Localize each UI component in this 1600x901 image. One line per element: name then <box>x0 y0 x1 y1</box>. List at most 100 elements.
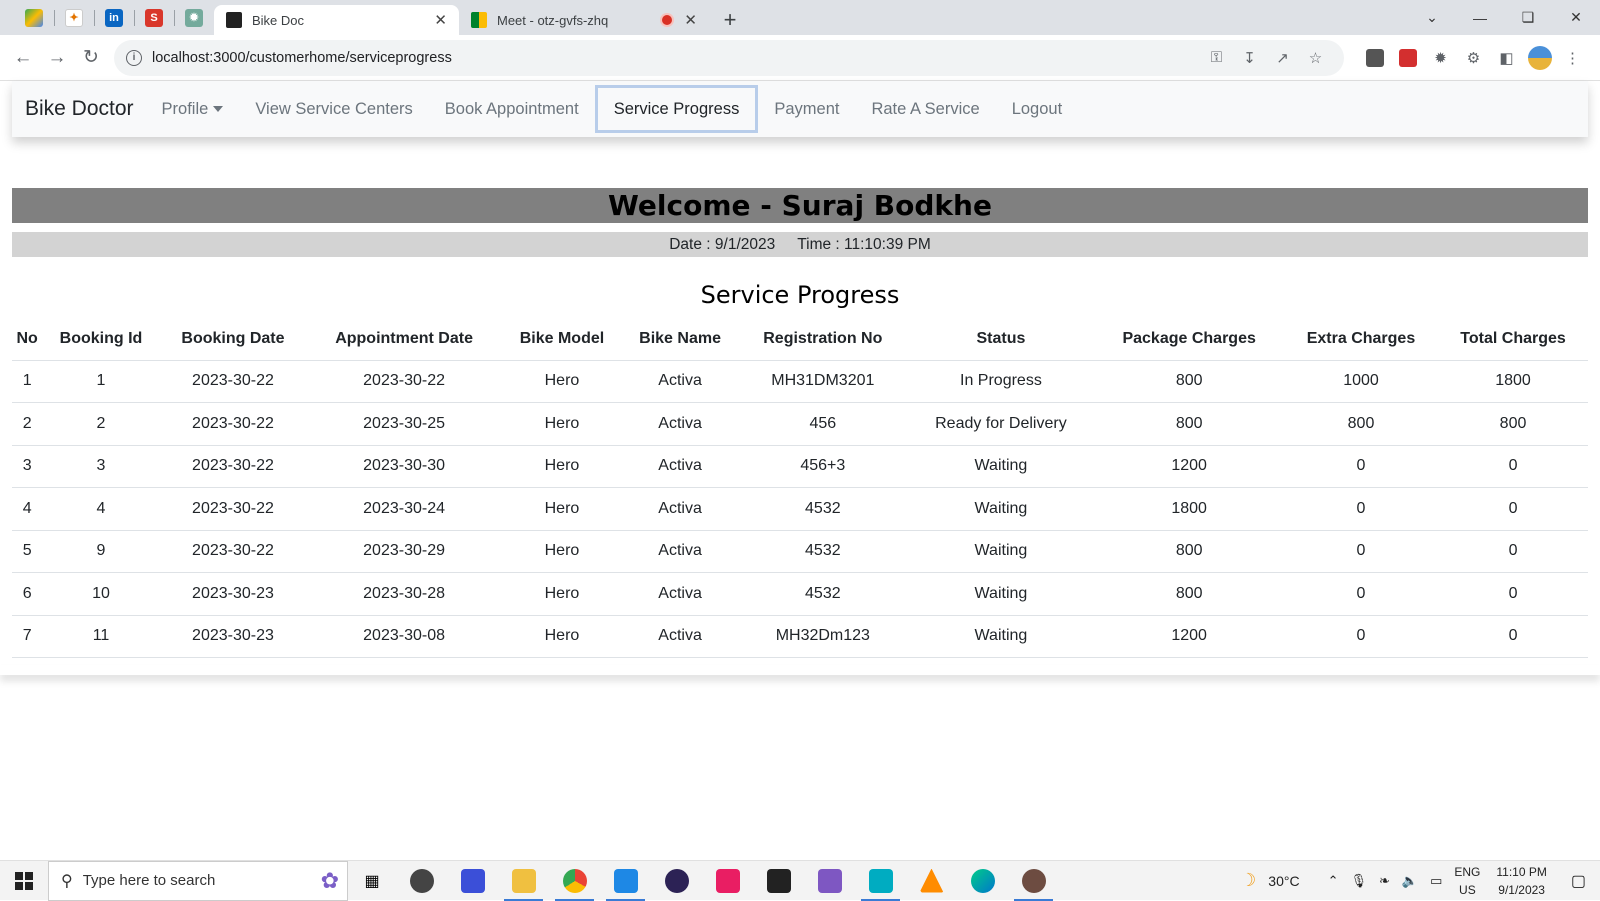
address-bar[interactable]: i localhost:3000/customerhome/servicepro… <box>114 39 1344 76</box>
nav-service-progress[interactable]: Service Progress <box>594 85 759 133</box>
cell-appointment-date: 2023-30-22 <box>306 360 502 403</box>
cell-registration-no: 456 <box>738 402 908 446</box>
taskbar-app-postman-icon[interactable] <box>702 861 753 901</box>
show-hidden-icons-icon[interactable]: ⌃ <box>1322 873 1345 889</box>
nav-rate-a-service[interactable]: Rate A Service <box>855 85 995 133</box>
column-header-appointment-date: Appointment Date <box>306 318 502 361</box>
cell-package-charges: 800 <box>1094 530 1284 573</box>
volume-icon[interactable]: 🔈 <box>1396 873 1424 889</box>
minimize-button[interactable]: — <box>1456 10 1504 26</box>
app-page: Bike Doctor Profile View Service Centers… <box>0 81 1600 861</box>
cell-total-charges: 800 <box>1438 402 1588 446</box>
pinned-tab-gemini[interactable]: ✦ <box>54 0 94 35</box>
card-shadow <box>0 665 1600 675</box>
pinned-tab-chatgpt[interactable]: ✹ <box>174 0 214 35</box>
notifications-icon[interactable]: ▢ <box>1557 871 1600 891</box>
restore-button[interactable]: ❏ <box>1504 9 1552 26</box>
google-drive-icon <box>25 8 43 27</box>
bookmark-star-icon[interactable]: ☆ <box>1299 49 1332 67</box>
network-icon[interactable]: ❧ <box>1373 873 1396 889</box>
task-view-icon[interactable]: ▦ <box>348 861 396 901</box>
cell-package-charges: 1200 <box>1094 615 1284 658</box>
cell-extra-charges: 0 <box>1283 572 1439 616</box>
close-window-button[interactable]: ✕ <box>1552 9 1600 26</box>
tab-bike-doc[interactable]: Bike Doc ✕ <box>214 5 459 35</box>
welcome-banner: Welcome - Suraj Bodkhe <box>12 188 1588 223</box>
nav-book-appointment[interactable]: Book Appointment <box>429 85 595 133</box>
pinned-tab-linkedin[interactable]: in <box>94 0 134 35</box>
nav-profile[interactable]: Profile <box>146 85 240 133</box>
time-text: Time : 11:10:39 PM <box>797 236 931 253</box>
language-indicator[interactable]: ENG US <box>1448 863 1486 899</box>
table-header-row: No Booking Id Booking Date Appointment Date… <box>12 318 1588 361</box>
taskbar-search[interactable]: ⚲ Type here to search ✿ <box>48 860 348 901</box>
cell-booking-date: 2023-30-22 <box>159 402 307 446</box>
cell-no: 5 <box>12 530 43 573</box>
share-icon[interactable]: ↗ <box>1266 49 1299 67</box>
cell-booking-date: 2023-30-23 <box>159 572 307 616</box>
cell-booking-id: 11 <box>42 615 160 658</box>
cell-package-charges: 1200 <box>1094 445 1284 488</box>
taskbar-app-remote-desktop-icon[interactable] <box>855 861 906 901</box>
tab-meet[interactable]: Meet - otz-gvfs-zhq ✕ <box>459 5 709 35</box>
cell-registration-no: 4532 <box>738 487 908 531</box>
taskbar-app-edge-icon[interactable] <box>957 861 1008 901</box>
taskbar-app-file-explorer-icon[interactable] <box>498 861 549 901</box>
taskbar-app-vlc-icon[interactable] <box>906 861 957 901</box>
date-time-bar: Date : 9/1/2023 Time : 11:10:39 PM <box>12 232 1588 257</box>
cell-total-charges: 0 <box>1438 487 1588 531</box>
nav-payment[interactable]: Payment <box>758 85 855 133</box>
close-tab-icon[interactable]: ✕ <box>434 11 447 29</box>
install-app-icon[interactable]: ↧ <box>1233 49 1266 67</box>
forward-button[interactable]: → <box>40 41 74 75</box>
cell-package-charges: 1800 <box>1094 487 1284 531</box>
taskbar-app-unity-icon[interactable] <box>396 861 447 901</box>
cell-total-charges: 0 <box>1438 530 1588 573</box>
brand-link[interactable]: Bike Doctor <box>25 97 134 121</box>
table-row: 5 9 2023-30-22 2023-30-29 Hero Activa 4532 Wait… <box>12 530 1588 573</box>
battery-icon[interactable]: ▭ <box>1424 873 1448 889</box>
close-tab-icon[interactable]: ✕ <box>684 11 697 29</box>
taskbar-app-mysql-icon[interactable] <box>753 861 804 901</box>
browser-menu-icon[interactable]: ⋮ <box>1556 43 1589 73</box>
table-row: 1 1 2023-30-22 2023-30-22 Hero Activa MH31DM32… <box>12 360 1588 403</box>
cell-no: 4 <box>12 487 43 531</box>
taskbar-app-game-icon[interactable] <box>1008 861 1059 901</box>
cell-extra-charges: 0 <box>1283 445 1439 488</box>
cell-status: Waiting <box>907 487 1095 531</box>
tab-search-icon[interactable]: ⌄ <box>1408 9 1456 26</box>
pinned-tab-google-drive[interactable] <box>14 0 54 35</box>
cell-booking-id: 9 <box>42 530 160 573</box>
cell-appointment-date: 2023-30-24 <box>306 487 502 531</box>
weather-temp[interactable]: 30°C <box>1262 873 1305 889</box>
nav-view-service-centers[interactable]: View Service Centers <box>239 85 428 133</box>
windows-icon <box>15 871 33 890</box>
taskbar-app-eclipse-icon[interactable] <box>651 861 702 901</box>
profile-avatar[interactable] <box>1523 43 1556 73</box>
new-tab-button[interactable]: + <box>715 5 745 35</box>
start-button[interactable] <box>0 861 48 901</box>
extension-openai-icon[interactable]: ✹ <box>1424 43 1457 73</box>
taskbar-app-vscode-icon[interactable] <box>600 861 651 901</box>
extension-pdf-icon[interactable] <box>1391 43 1424 73</box>
cell-bike-model: Hero <box>501 530 622 573</box>
pinned-tab-s-app[interactable]: S <box>134 0 174 35</box>
reload-button[interactable]: ↻ <box>74 41 108 75</box>
column-header-booking-date: Booking Date <box>159 318 307 361</box>
nav-logout[interactable]: Logout <box>996 85 1078 133</box>
clock-time: 11:10 PM <box>1496 864 1547 879</box>
taskbar-app-visual-studio-icon[interactable] <box>804 861 855 901</box>
back-button[interactable]: ← <box>6 41 40 75</box>
column-header-bike-model: Bike Model <box>501 318 622 361</box>
taskbar-app-ms-icon[interactable] <box>447 861 498 901</box>
extensions-puzzle-icon[interactable]: ⚙ <box>1457 43 1490 73</box>
site-info-icon[interactable]: i <box>126 49 142 66</box>
side-panel-icon[interactable]: ◧ <box>1490 43 1523 73</box>
taskbar-app-chrome-icon[interactable] <box>549 861 600 901</box>
password-key-icon[interactable]: ⚿ <box>1200 49 1233 66</box>
section-title: Service Progress <box>700 281 900 309</box>
extension-selenium-icon[interactable] <box>1358 43 1391 73</box>
tab-title: Meet - otz-gvfs-zhq <box>497 12 609 28</box>
taskbar-clock[interactable]: 11:10 PM 9/1/2023 <box>1486 863 1556 899</box>
microphone-icon[interactable]: 🎙 <box>1344 873 1373 889</box>
